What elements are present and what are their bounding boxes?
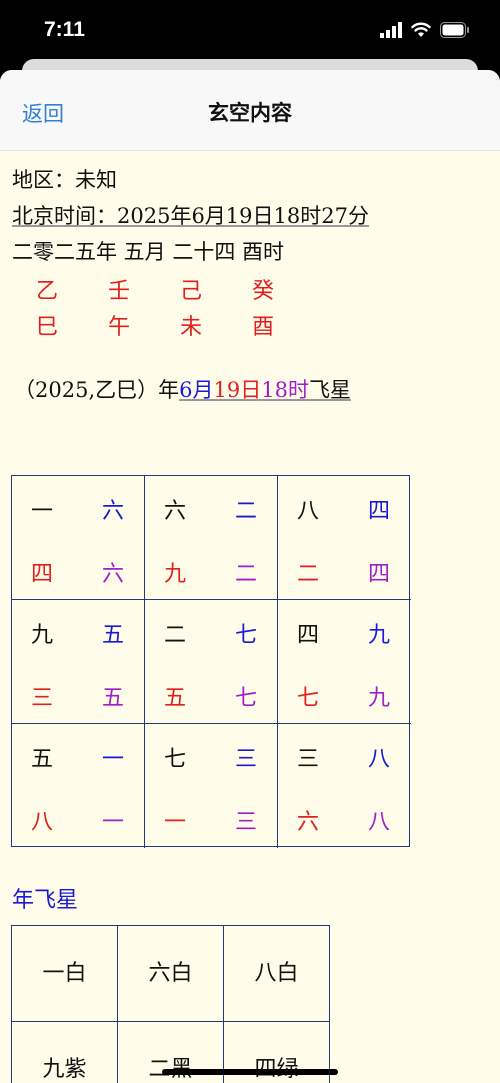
water-star: 七 <box>235 623 258 648</box>
annual-star: 九 <box>164 562 187 587</box>
water-star: 三 <box>235 747 258 772</box>
monthly-star: 五 <box>102 686 125 711</box>
palace-cell: 四 九 七 九 <box>278 600 411 724</box>
monthly-star: 九 <box>368 686 391 711</box>
palace-cell: 六 二 九 二 <box>145 476 278 600</box>
battery-icon <box>440 22 469 38</box>
hour-branch: 酉 <box>252 315 275 340</box>
mountain-star: 八 <box>297 499 320 524</box>
region-value: 未知 <box>75 168 117 192</box>
annual-star: 三 <box>31 686 54 711</box>
status-time: 7:11 <box>44 18 85 41</box>
mountain-star: 七 <box>164 747 187 772</box>
beijing-time-label: 北京时间： <box>12 204 117 228</box>
water-star: 五 <box>102 623 125 648</box>
palace-cell: 二 七 五 七 <box>145 600 278 724</box>
year-branch: 巳 <box>36 315 59 340</box>
annual-star: 六 <box>297 810 320 835</box>
region-label: 地区： <box>12 168 75 192</box>
month-stem: 壬 <box>108 279 131 304</box>
mountain-star: 四 <box>297 623 320 648</box>
monthly-star: 二 <box>235 562 258 587</box>
flying-title-hour[interactable]: 18时 <box>261 378 309 402</box>
mountain-star: 三 <box>297 747 320 772</box>
year-star-cell: 一白 <box>11 925 118 1022</box>
monthly-star: 八 <box>368 810 391 835</box>
day-stem: 己 <box>180 279 203 304</box>
lunar-date: 二零二五年 五月 二十四 酉时 <box>12 240 285 264</box>
palace-cell: 八 四 二 四 <box>278 476 411 600</box>
year-flying-star-grid: 一白 六白 八白 九紫 二黑 四绿 <box>11 925 331 1083</box>
water-star: 九 <box>368 623 391 648</box>
year-star-cell: 九紫 <box>11 1021 118 1083</box>
year-star-cell: 八白 <box>223 925 330 1022</box>
annual-star: 五 <box>164 686 187 711</box>
beijing-time-row: 北京时间：2025年6月19日18时27分 <box>12 200 369 230</box>
beijing-time-value: 2025年6月19日18时27分 <box>117 204 369 228</box>
cellular-signal-icon <box>380 22 402 38</box>
mountain-star: 一 <box>31 499 54 524</box>
water-star: 四 <box>368 499 391 524</box>
flying-title-suffix: 飞星 <box>308 378 351 402</box>
flying-star-grid: 一 六 四 六 六 二 九 二 八 四 二 四 九 五 三 五 二 七 五 七 … <box>11 475 411 848</box>
mountain-star: 六 <box>164 499 187 524</box>
palace-cell: 三 八 六 八 <box>278 724 411 848</box>
mountain-star: 二 <box>164 623 187 648</box>
palace-cell: 七 三 一 三 <box>145 724 278 848</box>
annual-star: 七 <box>297 686 320 711</box>
monthly-star: 三 <box>235 810 258 835</box>
annual-star: 一 <box>164 810 187 835</box>
page-title: 玄空内容 <box>208 101 292 125</box>
annual-star: 八 <box>31 810 54 835</box>
navigation-bar: 返回 玄空内容 <box>0 70 500 151</box>
flying-star-title: （2025,乙巳）年6月19日18时飞星 <box>14 374 351 404</box>
flying-title-prefix: （2025,乙巳）年 <box>14 378 180 402</box>
mountain-star: 九 <box>31 623 54 648</box>
home-indicator[interactable] <box>162 1069 338 1075</box>
status-bar: 7:11 <box>0 0 500 62</box>
water-star: 一 <box>102 747 125 772</box>
water-star: 二 <box>235 499 258 524</box>
water-star: 八 <box>368 747 391 772</box>
palace-cell: 九 五 三 五 <box>12 600 145 724</box>
palace-cell: 一 六 四 六 <box>12 476 145 600</box>
hour-stem: 癸 <box>252 279 275 304</box>
month-branch: 午 <box>108 315 131 340</box>
wifi-icon <box>411 22 431 37</box>
year-flying-star-label: 年飞星 <box>12 888 79 913</box>
year-stem: 乙 <box>36 279 59 304</box>
annual-star: 四 <box>31 562 54 587</box>
monthly-star: 六 <box>102 562 125 587</box>
flying-title-month[interactable]: 6月 <box>179 378 213 402</box>
region-row: 地区：未知 <box>12 164 117 194</box>
monthly-star: 七 <box>235 686 258 711</box>
annual-star: 二 <box>297 562 320 587</box>
palace-cell: 五 一 八 一 <box>12 724 145 848</box>
water-star: 六 <box>102 499 125 524</box>
day-branch: 未 <box>180 315 203 340</box>
monthly-star: 一 <box>102 810 125 835</box>
modal-sheet: 返回 玄空内容 地区：未知 北京时间：2025年6月19日18时27分 二零二五… <box>0 70 500 1083</box>
monthly-star: 四 <box>368 562 391 587</box>
mountain-star: 五 <box>31 747 54 772</box>
status-icons <box>380 22 470 38</box>
year-star-cell: 六白 <box>117 925 224 1022</box>
flying-title-day[interactable]: 19日 <box>214 378 262 402</box>
